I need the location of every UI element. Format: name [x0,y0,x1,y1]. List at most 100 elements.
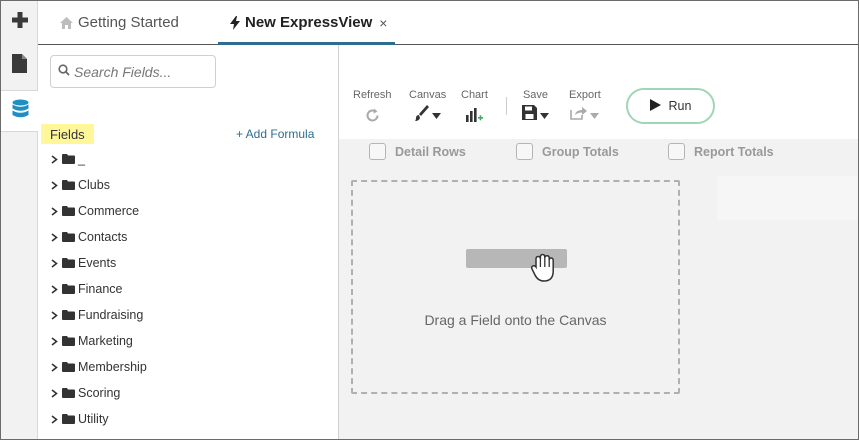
rail-data-button[interactable] [1,90,39,132]
play-icon [649,98,661,114]
database-icon [12,99,29,124]
chevron-right-icon[interactable] [51,206,61,216]
field-drop-zone[interactable]: Drag a Field onto the Canvas [351,180,680,394]
chevron-right-icon[interactable] [51,414,61,424]
group-totals-checkbox[interactable]: Group Totals [516,143,619,160]
fields-heading: Fields [41,124,94,144]
share-icon [570,105,588,125]
chevron-down-icon [431,106,441,124]
refresh-button[interactable]: Refresh [353,89,392,125]
field-folder-item[interactable]: Events [51,250,147,276]
detail-rows-checkbox[interactable]: Detail Rows [369,143,466,160]
field-folder-item[interactable]: Fundraising [51,302,147,328]
add-formula-link[interactable]: + Add Formula [236,127,314,141]
folder-icon [62,336,75,346]
checkbox[interactable] [668,143,685,160]
home-icon [60,16,73,29]
canvas-placeholder-panel [717,176,857,220]
chart-label: Chart [461,89,488,101]
canvas-area[interactable]: Drag a Field onto the Canvas [339,166,858,439]
chevron-right-icon[interactable] [51,362,61,372]
refresh-icon [365,105,380,125]
tab-bar: Getting Started New ExpressView × [38,1,858,45]
chart-button[interactable]: Chart [461,89,488,125]
field-folder-label: Events [78,256,117,270]
checkbox[interactable] [369,143,386,160]
toolbar-divider [506,97,507,115]
canvas-label: Canvas [409,89,447,101]
field-folder-item[interactable]: Scoring [51,380,147,406]
run-button[interactable]: Run [626,88,715,124]
drop-hint-text: Drag a Field onto the Canvas [424,312,607,328]
grab-hand-icon [530,253,556,288]
plus-icon [11,11,29,34]
fields-panel: Fields + Add Formula _ Clubs Commerce Conta… [38,45,339,439]
folder-icon [62,310,75,320]
chevron-right-icon[interactable] [51,284,61,294]
chevron-right-icon[interactable] [51,180,61,190]
folder-icon [62,180,75,190]
main-area: Refresh Canvas Chart Save Export Run Det… [339,45,858,439]
field-folder-label: _ [78,152,85,166]
field-folder-item[interactable]: _ [51,146,147,172]
chevron-right-icon[interactable] [51,258,61,268]
app-window: Getting Started New ExpressView × Fields… [0,0,859,440]
field-folder-item[interactable]: Clubs [51,172,147,198]
chevron-right-icon[interactable] [51,388,61,398]
chevron-right-icon[interactable] [51,310,61,320]
search-field[interactable] [50,55,216,88]
chevron-down-icon [590,106,600,124]
folder-icon [62,362,75,372]
lightning-icon [230,15,240,30]
export-button[interactable]: Export [569,89,601,125]
field-folder-item[interactable]: Contacts [51,224,147,250]
group-totals-label: Group Totals [542,144,619,159]
run-label: Run [668,99,692,113]
tab-new-expressview[interactable]: New ExpressView × [218,1,396,45]
field-tree: _ Clubs Commerce Contacts Events Finance Fundr… [51,146,147,432]
chevron-right-icon[interactable] [51,154,61,164]
floppy-disk-icon [522,105,537,125]
folder-icon [62,284,75,294]
icon-rail [1,1,39,439]
report-options: Detail Rows Group Totals Report Totals [339,139,858,166]
tab-getting-started[interactable]: Getting Started [60,1,179,44]
rail-documents-button[interactable] [1,45,38,87]
field-folder-item[interactable]: Finance [51,276,147,302]
search-input[interactable] [74,63,214,80]
close-icon[interactable]: × [379,15,387,31]
chart-add-icon [465,105,484,125]
save-label: Save [522,89,549,101]
tab-label: Getting Started [78,14,179,31]
field-folder-label: Contacts [78,230,128,244]
chevron-down-icon [540,106,549,124]
folder-icon [62,154,75,164]
field-folder-label: Membership [78,360,147,374]
save-button[interactable]: Save [522,89,549,125]
field-folder-item[interactable]: Utility [51,406,147,432]
field-folder-item[interactable]: Marketing [51,328,147,354]
folder-icon [62,414,75,424]
detail-rows-label: Detail Rows [395,144,466,159]
field-folder-label: Scoring [78,386,121,400]
folder-icon [62,258,75,268]
canvas-button[interactable]: Canvas [409,89,446,125]
field-folder-item[interactable]: Commerce [51,198,147,224]
field-folder-item[interactable]: Membership [51,354,147,380]
folder-icon [62,206,75,216]
field-folder-label: Clubs [78,178,110,192]
field-folder-label: Utility [78,412,109,426]
report-totals-checkbox[interactable]: Report Totals [668,143,774,160]
export-label: Export [569,89,601,101]
rail-add-button[interactable] [1,1,38,43]
field-folder-label: Finance [78,282,123,296]
chevron-right-icon[interactable] [51,232,61,242]
refresh-label: Refresh [353,89,392,101]
chevron-right-icon[interactable] [51,336,61,346]
tab-label: New ExpressView [245,14,373,31]
field-folder-label: Commerce [78,204,140,218]
checkbox[interactable] [516,143,533,160]
report-totals-label: Report Totals [694,144,774,159]
folder-icon [62,232,75,242]
brush-icon [414,104,429,126]
